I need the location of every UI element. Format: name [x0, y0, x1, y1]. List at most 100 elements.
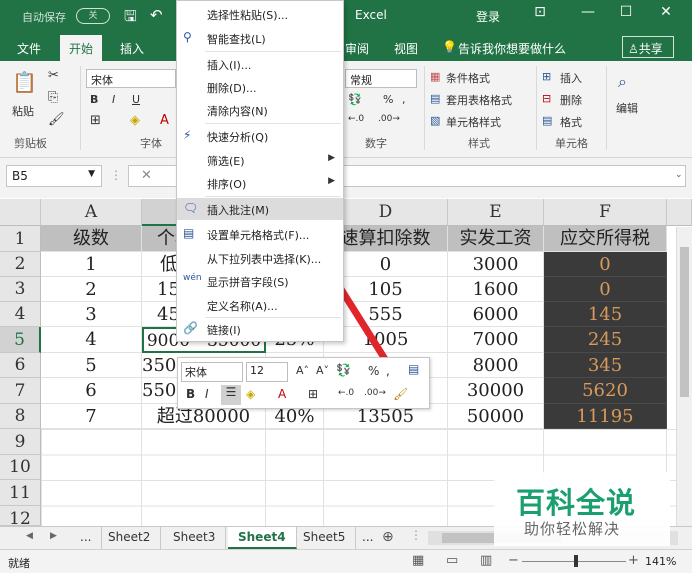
zoom-out-button[interactable]: −: [508, 553, 519, 568]
menu-item-format-cells[interactable]: ▤ 设置单元格格式(F)...: [177, 223, 343, 245]
conditional-format-button[interactable]: 条件格式: [446, 70, 490, 86]
more-icon[interactable]: ⋮: [110, 168, 122, 182]
mini-format-cells-icon[interactable]: ▤: [408, 362, 419, 376]
expand-formula-icon[interactable]: ⌄: [675, 170, 683, 180]
search-icon[interactable]: ⌕: [618, 72, 627, 92]
menu-item-filter[interactable]: 筛选(E) ▶: [177, 149, 343, 171]
menu-item-insert[interactable]: 插入(I)...: [177, 53, 343, 75]
table-format-button[interactable]: 套用表格格式: [446, 92, 512, 108]
border-icon[interactable]: ⊞: [90, 113, 101, 128]
bold-button[interactable]: B: [90, 93, 98, 106]
tab-view[interactable]: 视图: [394, 40, 418, 57]
zoom-level[interactable]: 141%: [645, 555, 676, 568]
mini-border-icon[interactable]: ⊞: [308, 387, 318, 401]
tell-me-input[interactable]: 告诉我你想要做什么: [458, 40, 566, 57]
mini-percent-button[interactable]: %: [368, 364, 379, 378]
row-header[interactable]: 5: [0, 327, 41, 353]
decrease-font-icon[interactable]: A˅: [316, 364, 329, 377]
table-cell[interactable]: 8000: [448, 353, 544, 378]
scroll-right-icon[interactable]: ▶: [50, 531, 57, 541]
more-icon[interactable]: ⋮: [410, 528, 422, 542]
table-cell[interactable]: 245: [544, 327, 667, 353]
add-sheet-icon[interactable]: ⊕: [382, 529, 394, 545]
format-painter-icon[interactable]: 🖌: [48, 112, 65, 127]
paste-label[interactable]: 粘贴: [12, 103, 34, 119]
delete-cells-button[interactable]: 删除: [560, 92, 582, 108]
menu-item-define-name[interactable]: 定义名称(A)...: [177, 294, 343, 316]
table-cell[interactable]: 30000: [448, 378, 544, 404]
vertical-scrollbar[interactable]: [676, 227, 692, 526]
column-header-f[interactable]: F: [544, 199, 667, 226]
sheet-tab-sheet5[interactable]: Sheet5: [293, 527, 357, 549]
table-cell[interactable]: 0: [544, 252, 667, 277]
close-icon[interactable]: ✕: [656, 4, 676, 20]
table-cell[interactable]: 4: [41, 327, 142, 353]
table-header-cell[interactable]: 实发工资: [448, 226, 544, 252]
table-cell[interactable]: 1: [41, 252, 142, 277]
page-layout-icon[interactable]: ▭: [446, 553, 458, 568]
accounting-format-icon[interactable]: 💱: [336, 363, 351, 377]
mini-bold-button[interactable]: B: [186, 387, 195, 401]
tab-file[interactable]: 文件: [17, 40, 41, 57]
row-header[interactable]: 9: [0, 429, 41, 455]
comma-button[interactable]: ,: [402, 93, 406, 106]
underline-button[interactable]: U: [132, 93, 140, 106]
table-cell[interactable]: 3000: [448, 252, 544, 277]
italic-button[interactable]: I: [112, 93, 115, 106]
table-cell[interactable]: 6: [41, 378, 142, 404]
mini-center-align-icon[interactable]: ☰: [221, 385, 241, 405]
menu-item-smart-lookup[interactable]: ⚲ 智能查找(L): [177, 27, 343, 49]
increase-font-icon[interactable]: A˄: [296, 364, 309, 377]
table-cell[interactable]: 7: [41, 404, 142, 429]
table-cell[interactable]: 1600: [448, 277, 544, 302]
fill-color-icon[interactable]: ◈: [130, 113, 140, 128]
table-header-cell[interactable]: 级数: [41, 226, 142, 252]
zoom-in-button[interactable]: +: [628, 553, 639, 568]
table-cell[interactable]: 6000: [448, 302, 544, 327]
menu-item-paste-special[interactable]: 选择性粘贴(S)...: [177, 3, 343, 25]
table-cell[interactable]: 3: [41, 302, 142, 327]
name-box[interactable]: B5 ▼: [6, 165, 102, 187]
menu-item-quick-analysis[interactable]: ⚡ 快速分析(Q): [177, 125, 343, 147]
mini-italic-button[interactable]: I: [205, 387, 209, 401]
menu-item-delete[interactable]: 删除(D)...: [177, 76, 343, 98]
mini-increase-decimal-button[interactable]: ←.0: [338, 388, 354, 398]
table-cell[interactable]: 5: [41, 353, 142, 378]
cut-icon[interactable]: ✂: [48, 68, 59, 83]
sheet-tab-sheet4[interactable]: Sheet4: [228, 527, 297, 549]
format-ribbon-button[interactable]: 格式: [560, 114, 582, 130]
sheet-tab-sheet2[interactable]: Sheet2: [98, 527, 162, 549]
row-header[interactable]: 3: [0, 277, 41, 302]
percent-button[interactable]: %: [383, 93, 393, 106]
chevron-down-icon[interactable]: ▼: [88, 169, 95, 179]
column-header-a[interactable]: A: [41, 199, 142, 226]
table-cell[interactable]: 5620: [544, 378, 667, 404]
paste-icon[interactable]: 📋: [12, 70, 37, 94]
mini-comma-button[interactable]: ,: [386, 364, 390, 378]
currency-icon[interactable]: 💱: [348, 93, 362, 106]
zoom-slider[interactable]: [522, 555, 626, 567]
table-header-cell[interactable]: 应交所得税: [544, 226, 667, 252]
page-break-icon[interactable]: ▥: [480, 553, 492, 568]
share-button[interactable]: ♙共享: [622, 36, 674, 58]
row-header[interactable]: 11: [0, 480, 41, 506]
increase-decimal-button[interactable]: ←.0: [348, 114, 364, 124]
menu-item-insert-comment[interactable]: 🗨 插入批注(M): [177, 198, 343, 220]
sheet-tab-more-right[interactable]: ...: [352, 527, 383, 549]
table-cell[interactable]: 7000: [448, 327, 544, 353]
table-cell[interactable]: 145: [544, 302, 667, 327]
font-color-icon[interactable]: A: [160, 113, 169, 128]
row-header[interactable]: 2: [0, 252, 41, 277]
decrease-decimal-button[interactable]: .00→: [378, 114, 400, 124]
row-header[interactable]: 10: [0, 455, 41, 480]
menu-item-sort[interactable]: 排序(O) ▶: [177, 172, 343, 194]
sheet-tab-sheet3[interactable]: Sheet3: [163, 527, 227, 549]
column-header-g[interactable]: [667, 199, 692, 226]
table-cell[interactable]: 50000: [448, 404, 544, 429]
row-header[interactable]: 4: [0, 302, 41, 327]
font-name-select[interactable]: 宋体: [86, 69, 176, 88]
autosave-toggle[interactable]: 关: [76, 8, 110, 24]
undo-icon[interactable]: ↶: [150, 6, 163, 24]
menu-item-link[interactable]: 🔗 链接(I): [177, 318, 343, 340]
tab-home[interactable]: 开始: [60, 35, 103, 61]
